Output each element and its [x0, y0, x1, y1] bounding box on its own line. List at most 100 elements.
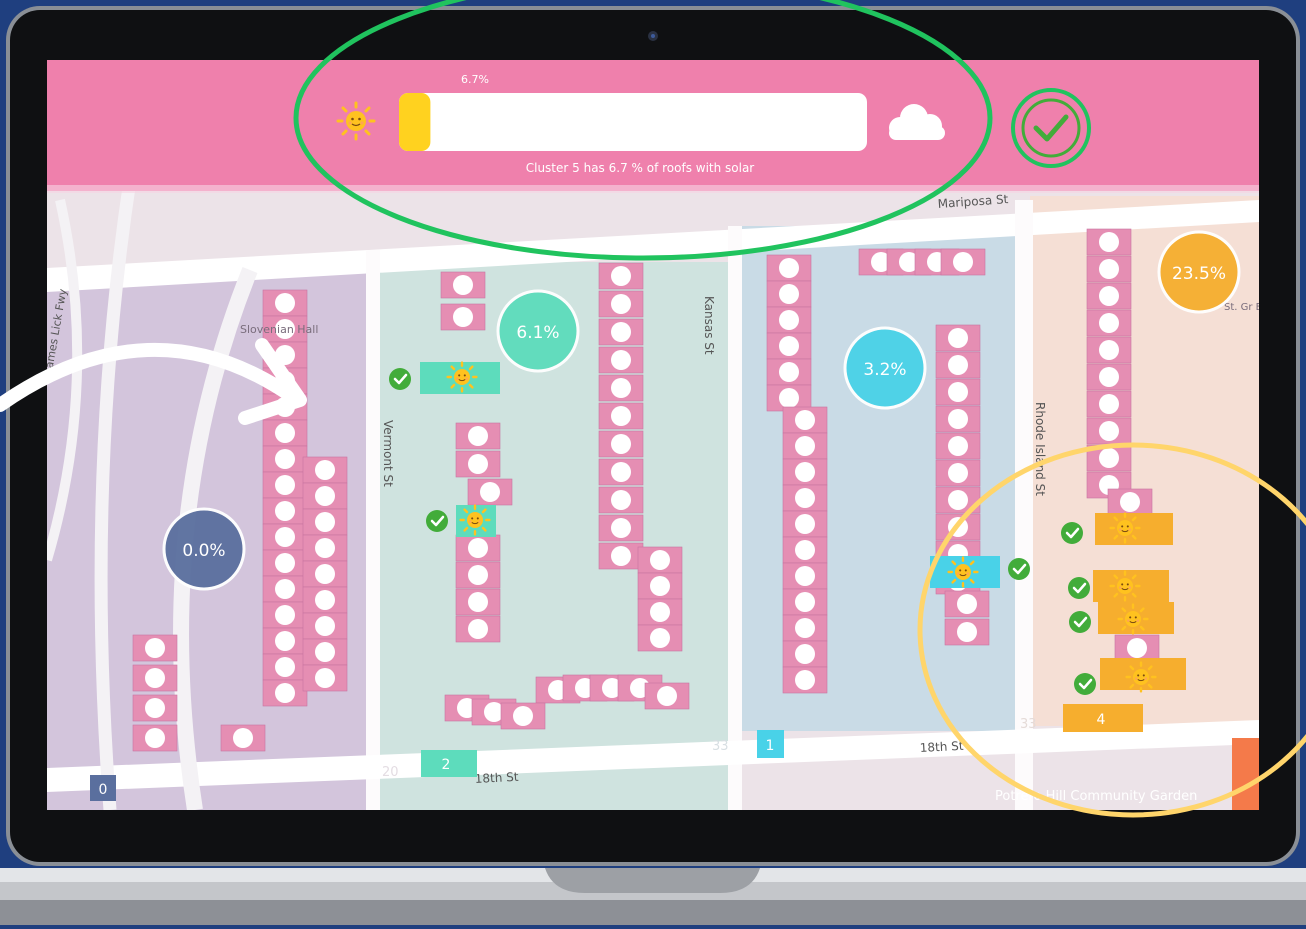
roof-marker[interactable] [948, 409, 968, 429]
cluster-caption: Cluster 5 has 6.7 % of roofs with solar [526, 161, 755, 175]
roof-marker[interactable] [315, 668, 335, 688]
roof-marker[interactable] [795, 592, 815, 612]
roof-marker[interactable] [611, 322, 631, 342]
cluster-bubble-0[interactable]: 0.0% [162, 507, 246, 591]
roof-marker[interactable] [957, 594, 977, 614]
roof-marker[interactable] [795, 644, 815, 664]
roof-marker[interactable] [468, 454, 488, 474]
roof-marker[interactable] [1120, 492, 1140, 512]
roof-marker[interactable] [275, 293, 295, 313]
roof-marker[interactable] [650, 550, 670, 570]
roof-marker[interactable] [453, 307, 473, 327]
cluster-bubble-1[interactable]: 3.2% [843, 326, 927, 410]
roof-marker[interactable] [795, 514, 815, 534]
roof-marker[interactable] [779, 388, 799, 408]
roof-marker[interactable] [1099, 232, 1119, 252]
roof-marker[interactable] [1099, 313, 1119, 333]
roof-marker[interactable] [650, 628, 670, 648]
roof-marker[interactable] [611, 294, 631, 314]
roof-marker[interactable] [948, 463, 968, 483]
roof-marker[interactable] [779, 336, 799, 356]
cluster-bubble-2[interactable]: 6.1% [496, 289, 580, 373]
roof-marker[interactable] [948, 490, 968, 510]
roof-marker[interactable] [315, 512, 335, 532]
roof-marker[interactable] [795, 618, 815, 638]
roof-marker[interactable] [315, 486, 335, 506]
roof-marker[interactable] [315, 538, 335, 558]
roof-marker[interactable] [779, 258, 799, 278]
roof-marker[interactable] [233, 728, 253, 748]
roof-marker[interactable] [611, 406, 631, 426]
roof-marker[interactable] [795, 566, 815, 586]
roof-marker[interactable] [275, 553, 295, 573]
roof-marker[interactable] [1099, 448, 1119, 468]
roof-marker[interactable] [468, 619, 488, 639]
roof-marker[interactable] [795, 436, 815, 456]
roof-marker[interactable] [145, 638, 165, 658]
roof-marker[interactable] [611, 350, 631, 370]
roof-marker[interactable] [953, 252, 973, 272]
roof-marker[interactable] [795, 410, 815, 430]
roof-marker[interactable] [948, 355, 968, 375]
roof-marker[interactable] [611, 266, 631, 286]
roof-marker[interactable] [145, 698, 165, 718]
roof-marker[interactable] [315, 590, 335, 610]
roof-marker[interactable] [480, 482, 500, 502]
roof-marker[interactable] [315, 564, 335, 584]
roof-marker[interactable] [1127, 638, 1147, 658]
roof-marker[interactable] [948, 382, 968, 402]
roof-marker[interactable] [611, 546, 631, 566]
cluster-tag-4[interactable]: 4 [1063, 704, 1143, 732]
roof-marker[interactable] [468, 592, 488, 612]
roof-marker[interactable] [795, 670, 815, 690]
roof-marker[interactable] [275, 527, 295, 547]
roof-marker[interactable] [795, 488, 815, 508]
roof-marker[interactable] [948, 328, 968, 348]
roof-marker[interactable] [611, 518, 631, 538]
cluster-tag-2[interactable]: 2 [421, 750, 477, 777]
cluster-tag-1[interactable]: 1 [757, 730, 784, 758]
cluster-bubble-4[interactable]: 23.5% [1157, 230, 1241, 314]
roof-marker[interactable] [611, 490, 631, 510]
roof-marker[interactable] [779, 362, 799, 382]
roof-marker[interactable] [657, 686, 677, 706]
roof-marker[interactable] [145, 728, 165, 748]
roof-marker[interactable] [275, 501, 295, 521]
roof-marker[interactable] [779, 310, 799, 330]
roof-marker[interactable] [453, 275, 473, 295]
kansas-street-label: Kansas St [702, 296, 716, 355]
roof-marker[interactable] [468, 565, 488, 585]
roof-marker[interactable] [1099, 367, 1119, 387]
roof-marker[interactable] [468, 426, 488, 446]
roof-marker[interactable] [275, 605, 295, 625]
roof-marker[interactable] [779, 284, 799, 304]
roof-marker[interactable] [468, 538, 488, 558]
roof-marker[interactable] [957, 622, 977, 642]
roof-marker[interactable] [275, 631, 295, 651]
roof-marker[interactable] [1099, 259, 1119, 279]
roof-marker[interactable] [611, 378, 631, 398]
roof-marker[interactable] [1099, 394, 1119, 414]
roof-marker[interactable] [795, 540, 815, 560]
roof-marker[interactable] [315, 642, 335, 662]
roof-marker[interactable] [315, 460, 335, 480]
roof-marker[interactable] [1099, 286, 1119, 306]
roof-marker[interactable] [275, 449, 295, 469]
roof-marker[interactable] [1099, 340, 1119, 360]
roof-marker[interactable] [795, 462, 815, 482]
cluster-tag-0[interactable]: 0 [90, 775, 116, 801]
roof-marker[interactable] [650, 576, 670, 596]
roof-marker[interactable] [275, 423, 295, 443]
roof-marker[interactable] [1099, 421, 1119, 441]
roof-marker[interactable] [650, 602, 670, 622]
roof-marker[interactable] [611, 434, 631, 454]
roof-marker[interactable] [275, 683, 295, 703]
roof-marker[interactable] [611, 462, 631, 482]
roof-marker[interactable] [948, 436, 968, 456]
roof-marker[interactable] [275, 579, 295, 599]
roof-marker[interactable] [315, 616, 335, 636]
roof-marker[interactable] [275, 475, 295, 495]
roof-marker[interactable] [145, 668, 165, 688]
roof-marker[interactable] [513, 706, 533, 726]
roof-marker[interactable] [275, 657, 295, 677]
